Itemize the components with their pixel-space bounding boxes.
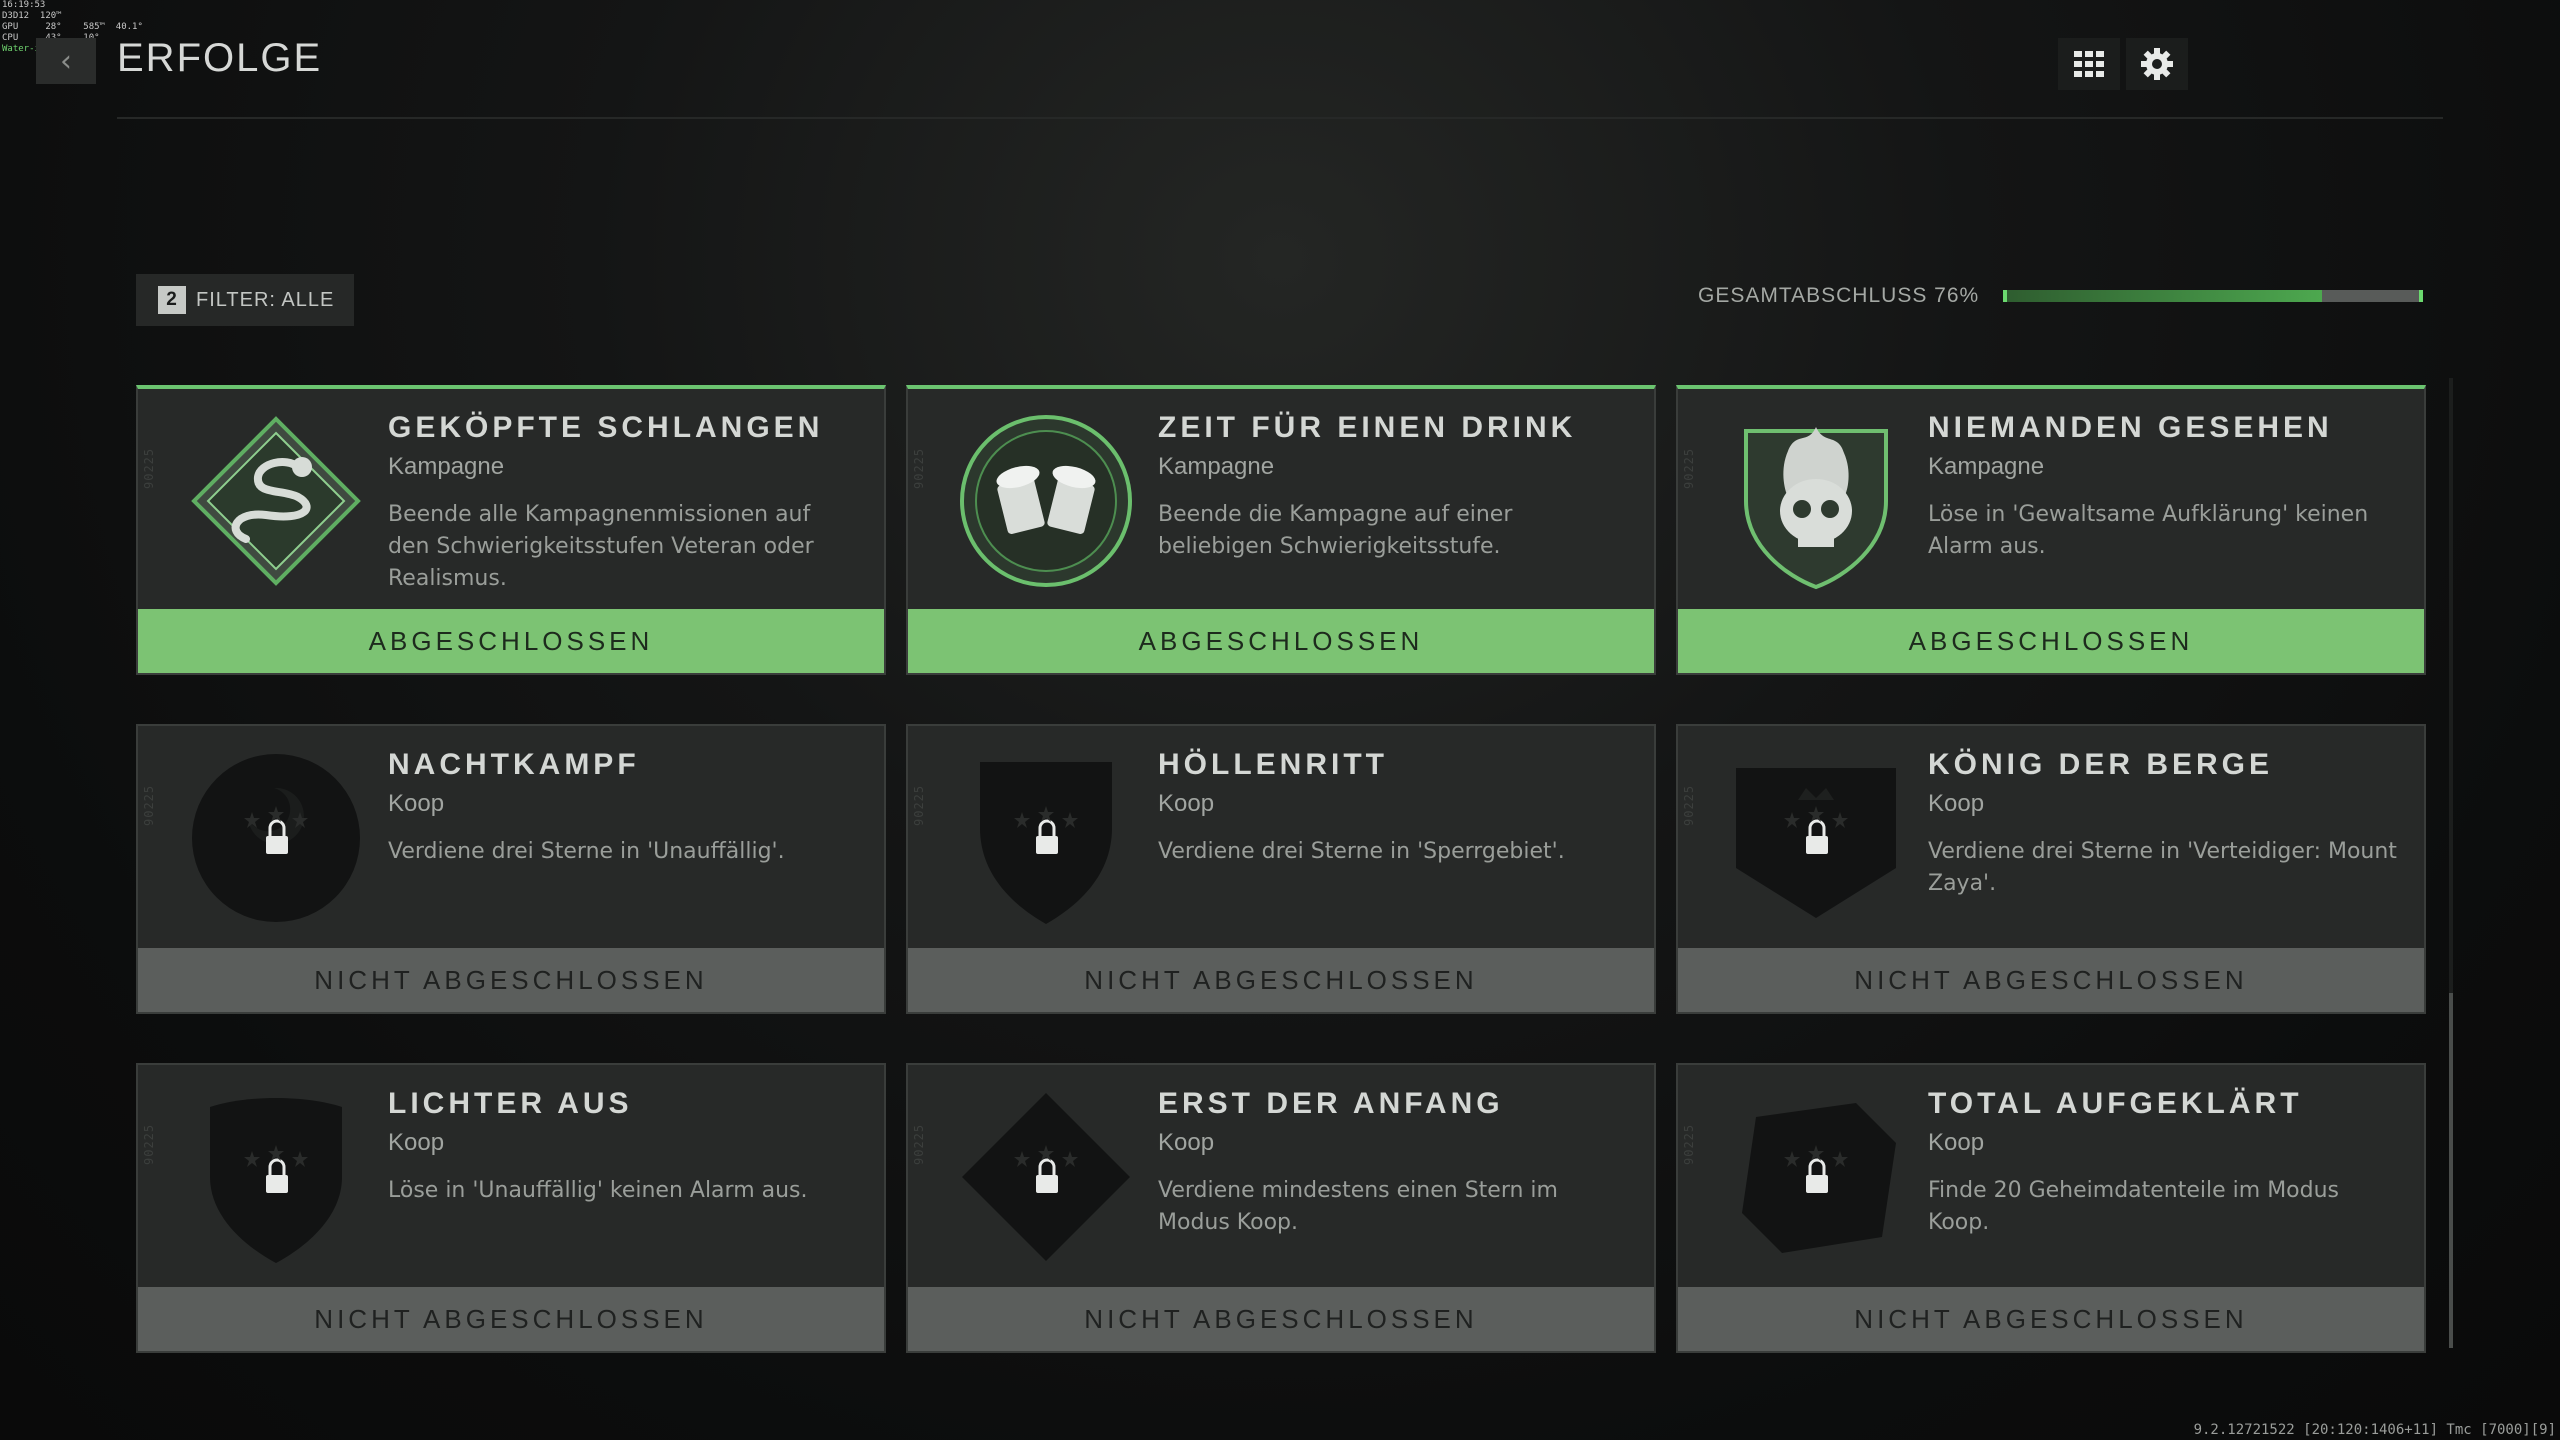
settings-button[interactable] xyxy=(2126,38,2188,90)
filter-label: FILTER: ALLE xyxy=(196,288,335,311)
achievement-description: Verdiene drei Sterne in 'Sperrgebiet'. xyxy=(1158,839,1565,864)
overlay-time: 16:19:53 xyxy=(2,0,46,10)
achievement-card[interactable]: 90225 NIEMANDEN GESEHEN Kampagne Löse in… xyxy=(1676,385,2426,675)
flaming-skull-emblem-icon xyxy=(1726,411,1906,591)
achievement-description: Löse in 'Unauffällig' keinen Alarm aus. xyxy=(388,1178,808,1203)
achievement-title: HÖLLENRITT xyxy=(1158,748,1388,781)
achievement-category: Koop xyxy=(388,1129,445,1156)
achievement-card[interactable]: 90225 HÖLLENRITT Koop Verdiene drei Ster… xyxy=(906,724,1656,1014)
beer-mugs-emblem-icon xyxy=(956,411,1136,591)
achievement-description: Verdiene mindestens einen Stern im Modus… xyxy=(1158,1178,1558,1235)
achievement-category: Kampagne xyxy=(1158,453,1275,480)
achievement-status: NICHT ABGESCHLOSSEN xyxy=(1678,1287,2424,1351)
achievement-category: Koop xyxy=(1928,1129,1985,1156)
progress-end-marker xyxy=(2419,290,2423,302)
achievement-card[interactable]: 90225 KÖNIG DER BERGE Koop Verdiene drei… xyxy=(1676,724,2426,1014)
achievement-status: ABGESCHLOSSEN xyxy=(138,609,884,673)
overlay-fps: D3D12 120™ xyxy=(2,11,62,21)
achievement-status: ABGESCHLOSSEN xyxy=(1678,609,2424,673)
achievement-description: Beende die Kampagne auf einer beliebigen… xyxy=(1158,502,1513,559)
completion-progress-bar xyxy=(2003,290,2423,302)
header-divider xyxy=(117,117,2443,119)
filter-button[interactable]: 2 FILTER: ALLE xyxy=(136,274,355,326)
scrollbar-thumb[interactable] xyxy=(2449,993,2453,1348)
completion-label: GESAMTABSCHLUSS 76% xyxy=(1698,284,1980,307)
grid-view-button[interactable] xyxy=(2058,38,2120,90)
locked-crown-emblem-icon xyxy=(1726,748,1906,928)
build-info: 9.2.12721522 [20:120:1406+11] Tmc [7000]… xyxy=(2193,1422,2556,1438)
achievement-title: NACHTKAMPF xyxy=(388,748,640,781)
achievement-status: NICHT ABGESCHLOSSEN xyxy=(1678,948,2424,1012)
achievement-description: Löse in 'Gewaltsame Aufklärung' keinen A… xyxy=(1928,502,2369,559)
achievement-status: ABGESCHLOSSEN xyxy=(908,609,1654,673)
card-side-code: 90225 xyxy=(142,784,156,826)
achievement-category: Koop xyxy=(388,790,445,817)
gear-icon xyxy=(2141,48,2173,80)
achievement-card[interactable]: 90225 ERST DER ANFANG Koop Verdiene mind… xyxy=(906,1063,1656,1353)
achievement-category: Koop xyxy=(1158,790,1215,817)
achievement-status: NICHT ABGESCHLOSSEN xyxy=(908,948,1654,1012)
achievement-card[interactable]: 90225 ZEIT FÜR EINEN DRINK Kampagne Been… xyxy=(906,385,1656,675)
achievement-title: KÖNIG DER BERGE xyxy=(1928,748,2274,781)
card-side-code: 90225 xyxy=(1682,784,1696,826)
back-button[interactable]: ‹ xyxy=(36,38,96,84)
achievement-title: LICHTER AUS xyxy=(388,1087,633,1120)
locked-stars-emblem-icon xyxy=(186,1087,366,1267)
locked-shield-emblem-icon xyxy=(956,748,1136,928)
card-side-code: 90225 xyxy=(1682,447,1696,489)
achievement-description: Verdiene drei Sterne in 'Unauffällig'. xyxy=(388,839,785,864)
achievement-status: NICHT ABGESCHLOSSEN xyxy=(908,1287,1654,1351)
scrollbar[interactable] xyxy=(2449,378,2453,1348)
card-side-code: 90225 xyxy=(912,1123,926,1165)
card-side-code: 90225 xyxy=(912,447,926,489)
completion-progress-fill xyxy=(2003,290,2323,302)
filter-count-badge: 2 xyxy=(158,286,186,314)
page-title: ERFOLGE xyxy=(117,36,323,80)
achievement-category: Koop xyxy=(1928,790,1985,817)
snake-emblem-icon xyxy=(186,411,366,591)
achievement-card[interactable]: 90225 LICHTER AUS Koop Löse in 'Unauffäl… xyxy=(136,1063,886,1353)
achievement-category: Kampagne xyxy=(388,453,505,480)
achievement-status: NICHT ABGESCHLOSSEN xyxy=(138,948,884,1012)
achievement-title: ZEIT FÜR EINEN DRINK xyxy=(1158,411,1577,444)
achievement-title: NIEMANDEN GESEHEN xyxy=(1928,411,2333,444)
locked-disk-emblem-icon xyxy=(1726,1087,1906,1267)
card-side-code: 90225 xyxy=(142,447,156,489)
card-side-code: 90225 xyxy=(142,1123,156,1165)
grid-icon xyxy=(2074,51,2104,77)
locked-moon-emblem-icon xyxy=(186,748,366,928)
overlay-gpu: GPU 28° 585™ 40.1° xyxy=(2,22,143,32)
achievement-description: Beende alle Kampagnenmissionen auf den S… xyxy=(388,502,814,591)
achievement-title: GEKÖPFTE SCHLANGEN xyxy=(388,411,824,444)
card-side-code: 90225 xyxy=(912,784,926,826)
achievement-card[interactable]: 90225 NACHTKAMPF Koop Verdiene drei Ster… xyxy=(136,724,886,1014)
achievement-description: Finde 20 Geheimdatenteile im Modus Koop. xyxy=(1928,1178,2340,1235)
progress-start-marker xyxy=(2003,290,2007,302)
chevron-left-icon: ‹ xyxy=(60,43,72,79)
achievement-category: Koop xyxy=(1158,1129,1215,1156)
achievement-title: ERST DER ANFANG xyxy=(1158,1087,1504,1120)
locked-diamond-emblem-icon xyxy=(956,1087,1136,1267)
card-side-code: 90225 xyxy=(1682,1123,1696,1165)
achievement-card[interactable]: 90225 TOTAL AUFGEKLÄRT Koop Finde 20 Geh… xyxy=(1676,1063,2426,1353)
achievement-category: Kampagne xyxy=(1928,453,2045,480)
achievement-description: Verdiene drei Sterne in 'Verteidiger: Mo… xyxy=(1928,839,2397,896)
achievement-card[interactable]: 90225 GEKÖPFTE SCHLANGEN Kampagne Beende… xyxy=(136,385,886,675)
achievement-status: NICHT ABGESCHLOSSEN xyxy=(138,1287,884,1351)
achievement-title: TOTAL AUFGEKLÄRT xyxy=(1928,1087,2303,1120)
